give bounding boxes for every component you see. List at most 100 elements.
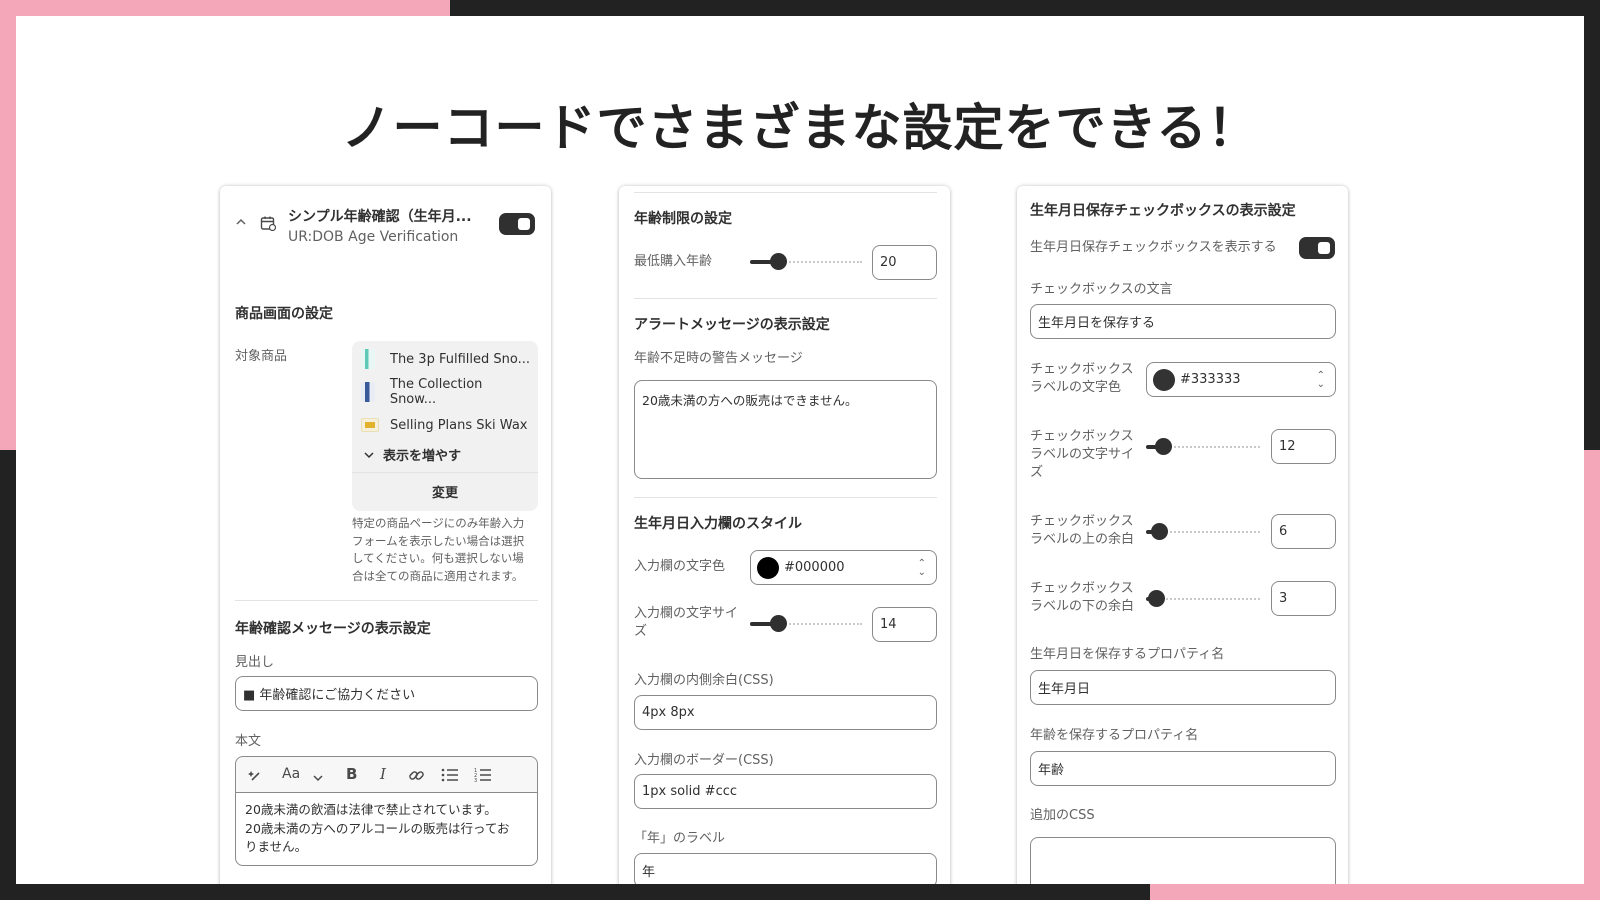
checkbox-text-input[interactable]: 生年月日を保存する [1030,304,1336,339]
color-value: #000000 [784,560,845,575]
numbered-list-icon[interactable]: 123 [474,767,492,787]
margin-bottom-label: チェックボックス ラベルの下の余白 [1030,580,1134,616]
margin-top-input[interactable]: 6 [1271,514,1336,549]
min-age-slider[interactable] [750,253,862,271]
product-thumbnail-icon [361,418,379,432]
app-title: シンプル年齢確認（生年月... [288,209,472,225]
magic-wand-icon[interactable] [248,768,264,788]
font-size-slider[interactable] [750,615,862,633]
select-chevron-icon: ⌃ ⌄ [917,558,926,578]
svg-text:3: 3 [474,778,477,783]
label-line: ズ [634,624,648,639]
target-products-label: 対象商品 [235,349,288,364]
font-size-input[interactable]: 14 [872,607,937,642]
border-input[interactable]: 1px solid #ccc [634,774,937,809]
age-property-input[interactable]: 年齢 [1030,751,1336,786]
calendar-icon [260,215,277,235]
dob-property-input[interactable]: 生年月日 [1030,670,1336,705]
app-enabled-toggle[interactable] [499,213,535,235]
dob-property-label: 生年月日を保存するプロパティ名 [1030,647,1225,662]
help-line: してください。何も選択しない場 [352,551,524,565]
margin-top-slider[interactable] [1146,523,1260,541]
color-value: #333333 [1180,372,1241,387]
label-line: ズ [1030,465,1044,480]
slider-thumb[interactable] [1155,438,1172,455]
style-section-title: 生年月日入力欄のスタイル [634,516,802,532]
panel-checkbox-settings: 生年月日保存チェックボックスの表示設定 生年月日保存チェックボックスを表示する … [1017,186,1348,884]
label-line: チェックボックス [1030,514,1134,529]
show-checkbox-label: 生年月日保存チェックボックスを表示する [1030,240,1277,255]
label-color-label: チェックボックス ラベルの文字色 [1030,361,1134,397]
body-label: 本文 [235,734,262,749]
divider [235,600,538,601]
chevron-down-icon [364,451,374,458]
slider-thumb[interactable] [770,253,787,270]
show-more-label: 表示を増やす [383,449,462,464]
font-style-button[interactable]: Aa [282,766,300,782]
color-swatch [1153,368,1175,391]
padding-input[interactable]: 4px 8px [634,695,937,730]
bold-button[interactable]: B [346,765,357,783]
label-size-slider[interactable] [1146,438,1260,456]
divider [634,298,937,299]
warning-textarea[interactable]: 20歳未満の方への販売はできません。 [634,380,937,479]
slider-thumb[interactable] [770,615,787,632]
divider [634,497,937,498]
heading-input[interactable]: ■ 年齢確認にご協力ください [235,676,538,711]
text-color-select[interactable]: #000000 ⌃ ⌄ [750,550,937,585]
body-rich-text-editor[interactable]: Aa B I 123 20歳未満の飲酒は法律で禁止されています。 20歳未満の方… [235,756,538,866]
min-age-input[interactable]: 20 [872,245,937,280]
slider-thumb[interactable] [1148,590,1165,607]
help-line: 合は全ての商品に適用されます。 [352,568,524,583]
select-chevron-icon: ⌃ ⌄ [1316,370,1325,390]
color-swatch [757,556,779,579]
list-item[interactable]: The Collection Snow... [361,377,531,407]
bullet-list-icon[interactable] [441,767,459,787]
body-line: 20歳未満の方へのアルコールの販売は行ってお [245,820,510,836]
checkbox-text-label: チェックボックスの文言 [1030,282,1173,297]
label-line: ラベルの文字色 [1030,380,1122,395]
label-line: チェックボックス [1030,581,1134,596]
product-name: Selling Plans Ski Wax [390,417,528,433]
show-checkbox-toggle[interactable] [1299,237,1335,259]
slide: ノーコードでさまざまな設定をできる！ シンプル年齢確認（生年月... UR:DO… [16,16,1584,884]
age-property-label: 年齢を保存するプロパティ名 [1030,728,1199,743]
change-button[interactable]: 変更 [352,474,538,509]
chevron-up-icon[interactable] [235,216,247,231]
alert-section-title: アラートメッセージの表示設定 [634,317,830,333]
year-label-input[interactable]: 年 [634,853,937,884]
italic-button[interactable]: I [380,765,386,783]
margin-bottom-input[interactable]: 3 [1271,581,1336,616]
chevron-down-icon[interactable] [312,769,324,788]
margin-bottom-slider[interactable] [1146,590,1260,608]
label-color-select[interactable]: #333333 ⌃ ⌄ [1146,362,1336,397]
label-line: ラベルの文字サイ [1030,447,1135,462]
font-size-label: 入力欄の文字サイ ズ [634,605,738,641]
label-line: チェックボックス [1030,362,1134,377]
extra-css-label: 追加のCSS [1030,808,1095,823]
min-age-label: 最低購入年齢 [634,254,713,269]
product-thumbnail-icon [361,349,375,369]
year-label-label: 「年」のラベル [634,831,726,846]
list-item[interactable]: The 3p Fulfilled Sno... [361,349,531,369]
body-line: 20歳未満の飲酒は法律で禁止されています。 [245,802,497,817]
link-icon[interactable] [408,767,425,788]
product-help-text: 特定の商品ページにのみ年齢入力 フォームを表示したい場合は選択 してください。何… [352,515,538,585]
toggle-knob [1318,242,1330,254]
show-more-link[interactable]: 表示を増やす [363,445,461,464]
product-name: The Collection Snow... [389,377,483,407]
extra-css-textarea[interactable] [1030,837,1336,884]
product-section-title: 商品画面の設定 [235,306,333,322]
checkbox-section-title: 生年月日保存チェックボックスの表示設定 [1030,203,1296,219]
label-size-input[interactable]: 12 [1271,429,1336,464]
warning-label: 年齢不足時の警告メッセージ [634,351,803,366]
message-section-title: 年齢確認メッセージの表示設定 [235,621,431,637]
heading-label: 見出し [235,655,275,670]
slider-thumb[interactable] [1151,523,1168,540]
label-line: 入力欄の文字サイ [634,606,739,621]
border-label: 入力欄のボーダー(CSS) [634,753,774,768]
list-item[interactable]: Selling Plans Ski Wax [361,415,531,435]
age-section-title: 年齢制限の設定 [634,211,732,227]
divider [634,192,937,193]
label-line: チェックボックス [1030,429,1134,444]
